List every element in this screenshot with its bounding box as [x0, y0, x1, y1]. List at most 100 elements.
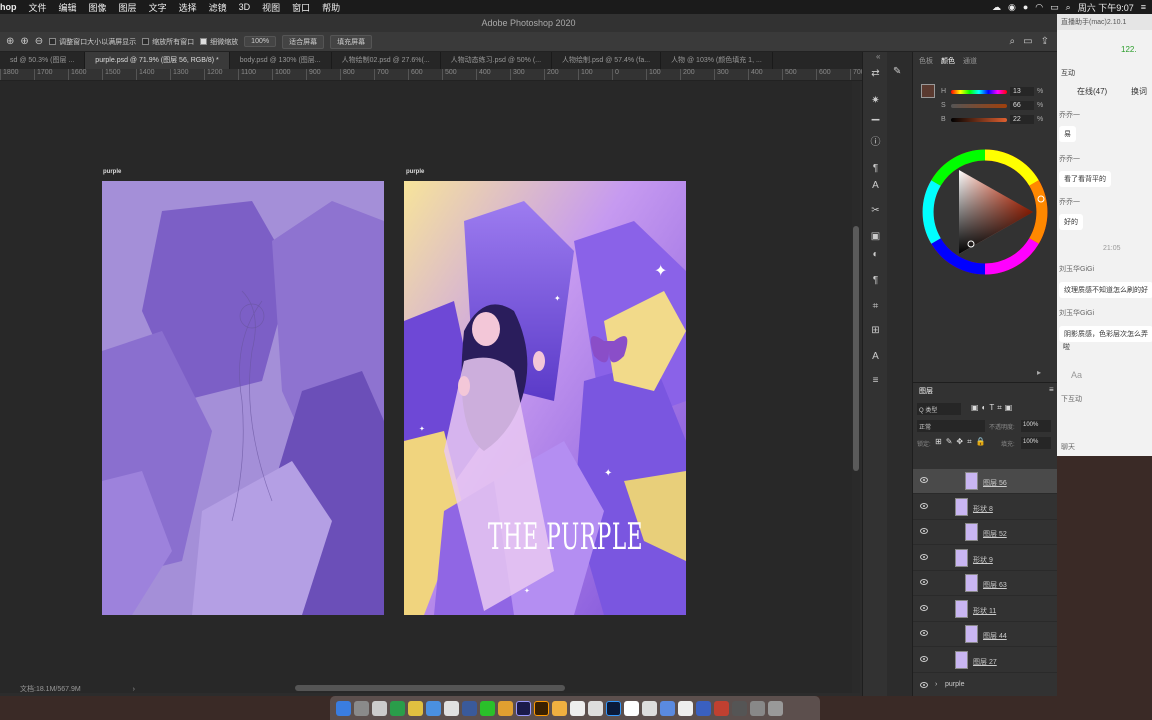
layer-thumbnail[interactable]: [955, 548, 968, 567]
visibility-eye-icon[interactable]: [920, 604, 928, 611]
clock[interactable]: 周六 下午9:07: [1078, 1, 1134, 14]
brush-icon[interactable]: ✎: [893, 66, 901, 77]
clone-source-icon[interactable]: ▣: [867, 230, 884, 244]
search-icon[interactable]: ⌕: [1066, 2, 1071, 13]
collapse-panels-icon[interactable]: «: [876, 52, 880, 61]
swap-icon[interactable]: ⇄: [867, 67, 884, 81]
layer-name[interactable]: 图层 56: [983, 478, 1007, 488]
layer-name[interactable]: 图层 27: [973, 657, 997, 667]
wechat-icon[interactable]: [480, 700, 495, 716]
app-menu[interactable]: hop: [0, 2, 23, 12]
histogram-icon[interactable]: ▁: [867, 109, 884, 123]
layer-filter-select[interactable]: Q 类型: [917, 403, 961, 415]
mail-icon[interactable]: [426, 700, 441, 716]
launchpad-icon[interactable]: [354, 700, 369, 716]
layer-name[interactable]: 图层 63: [983, 580, 1007, 590]
artboard-label-right[interactable]: purple: [406, 169, 424, 175]
fill-screen-button[interactable]: 填充屏幕: [330, 34, 373, 49]
menu-type[interactable]: 文字: [143, 1, 173, 14]
doc-tab[interactable]: sd @ 50.3% (图层 ...: [0, 52, 86, 69]
group-chevron-icon[interactable]: ›: [935, 681, 937, 688]
menu-edit[interactable]: 编辑: [53, 1, 83, 14]
chat-footer-link[interactable]: 下互动: [1061, 394, 1082, 404]
interact-label[interactable]: 互动: [1061, 68, 1075, 78]
layer-row[interactable]: 图层 63: [913, 571, 1057, 596]
finder-icon[interactable]: [336, 700, 351, 716]
doc-tab[interactable]: body.psd @ 130% (图层...: [230, 52, 332, 69]
tab-online[interactable]: 在线(47): [1077, 86, 1107, 97]
illustrator-icon[interactable]: [534, 700, 549, 716]
layer-thumbnail[interactable]: [965, 523, 978, 541]
scrubby-zoom-option[interactable]: 细微缩放: [200, 37, 238, 47]
styles-icon[interactable]: ◐: [867, 248, 884, 262]
visibility-eye-icon[interactable]: [920, 630, 928, 636]
app-icon[interactable]: [642, 700, 657, 716]
app-icon[interactable]: [732, 700, 747, 716]
preferences-icon[interactable]: [372, 700, 387, 716]
trash-icon[interactable]: [768, 700, 783, 716]
sketch-icon[interactable]: [552, 700, 567, 716]
layers-title[interactable]: 图层: [913, 383, 1057, 397]
app-icon[interactable]: [624, 700, 639, 716]
filter-icons[interactable]: ▣◐T⌗▣: [971, 403, 1015, 413]
share-icon[interactable]: ⇪: [1041, 36, 1049, 47]
zoom-all-option[interactable]: 缩放所有窗口: [142, 37, 194, 47]
paragraph-styles-icon[interactable]: ¶: [867, 274, 884, 288]
menu-3d[interactable]: 3D: [233, 2, 257, 12]
layer-name[interactable]: 形状 8: [973, 504, 993, 514]
paragraph-icon[interactable]: ¶: [867, 162, 884, 176]
layer-name[interactable]: 图层 52: [983, 529, 1007, 539]
brightness-slider[interactable]: [951, 118, 1007, 122]
layer-name[interactable]: 形状 9: [973, 555, 993, 565]
tab-swatches[interactable]: 色板: [919, 56, 933, 65]
horizontal-scrollbar[interactable]: [295, 685, 565, 691]
properties-icon[interactable]: ⊞: [867, 324, 884, 338]
menu-file[interactable]: 文件: [23, 1, 53, 14]
layer-name[interactable]: 形状 11: [973, 606, 996, 616]
zoom-tool-icon[interactable]: ⊕: [6, 36, 14, 47]
panel-menu-icon[interactable]: ≡: [1049, 385, 1054, 394]
crop-icon[interactable]: ⌗: [867, 300, 884, 314]
layer-thumbnail[interactable]: [965, 625, 978, 643]
resize-windows-checkbox[interactable]: [49, 38, 57, 45]
layer-row[interactable]: 形状 8: [913, 495, 1057, 520]
menu-view[interactable]: 视图: [256, 1, 286, 14]
app-icon[interactable]: [588, 700, 603, 716]
menu-select[interactable]: 选择: [173, 1, 203, 14]
zoom-out-icon[interactable]: ⊖: [35, 36, 43, 47]
blend-mode-select[interactable]: 正常: [917, 420, 985, 432]
photoshop-icon[interactable]: [606, 700, 621, 716]
doc-tab[interactable]: 人物动态练习.psd @ 50% (...: [441, 52, 553, 69]
hue-value[interactable]: 13: [1010, 87, 1034, 96]
color-wheel[interactable]: [921, 148, 1049, 276]
status-arrow[interactable]: ›: [133, 686, 135, 693]
layer-thumbnail[interactable]: [955, 497, 968, 516]
brightness-value[interactable]: 22: [1010, 115, 1034, 124]
battery-icon[interactable]: ▭: [1050, 2, 1059, 13]
layer-row[interactable]: 图层 27: [913, 648, 1057, 673]
zoom-100-button[interactable]: 100%: [244, 36, 277, 47]
app-icon[interactable]: [570, 700, 585, 716]
app-icon[interactable]: [750, 700, 765, 716]
scroll-thumb[interactable]: [853, 226, 859, 471]
chrome-icon[interactable]: [444, 700, 459, 716]
doc-tab-active[interactable]: purple.psd @ 71.9% (图层 56, RGB/8) *: [85, 52, 230, 69]
menu-image[interactable]: 图像: [83, 1, 113, 14]
layer-thumbnail[interactable]: [955, 650, 968, 669]
group-name[interactable]: purple: [945, 681, 964, 688]
after-effects-icon[interactable]: [516, 700, 531, 716]
fill-input[interactable]: 100%: [1021, 437, 1051, 449]
fit-screen-button[interactable]: 适合屏幕: [282, 34, 325, 49]
layer-row[interactable]: 形状 11: [913, 597, 1057, 622]
foreground-color-swatch[interactable]: [921, 84, 935, 98]
tab-channels[interactable]: 通道: [963, 56, 977, 65]
visibility-eye-icon[interactable]: [920, 502, 928, 509]
workspace-icon[interactable]: ▭: [1023, 36, 1032, 47]
saturation-slider[interactable]: [951, 104, 1007, 108]
layer-thumbnail[interactable]: [965, 574, 978, 592]
wifi-icon[interactable]: ◠: [1035, 2, 1043, 13]
visibility-eye-icon[interactable]: [920, 579, 928, 585]
chat-font-icon[interactable]: Aa: [1071, 370, 1082, 380]
lock-icons[interactable]: ⊞✎✥⌗🔒: [935, 437, 990, 447]
info-icon[interactable]: ⓘ: [867, 136, 884, 150]
